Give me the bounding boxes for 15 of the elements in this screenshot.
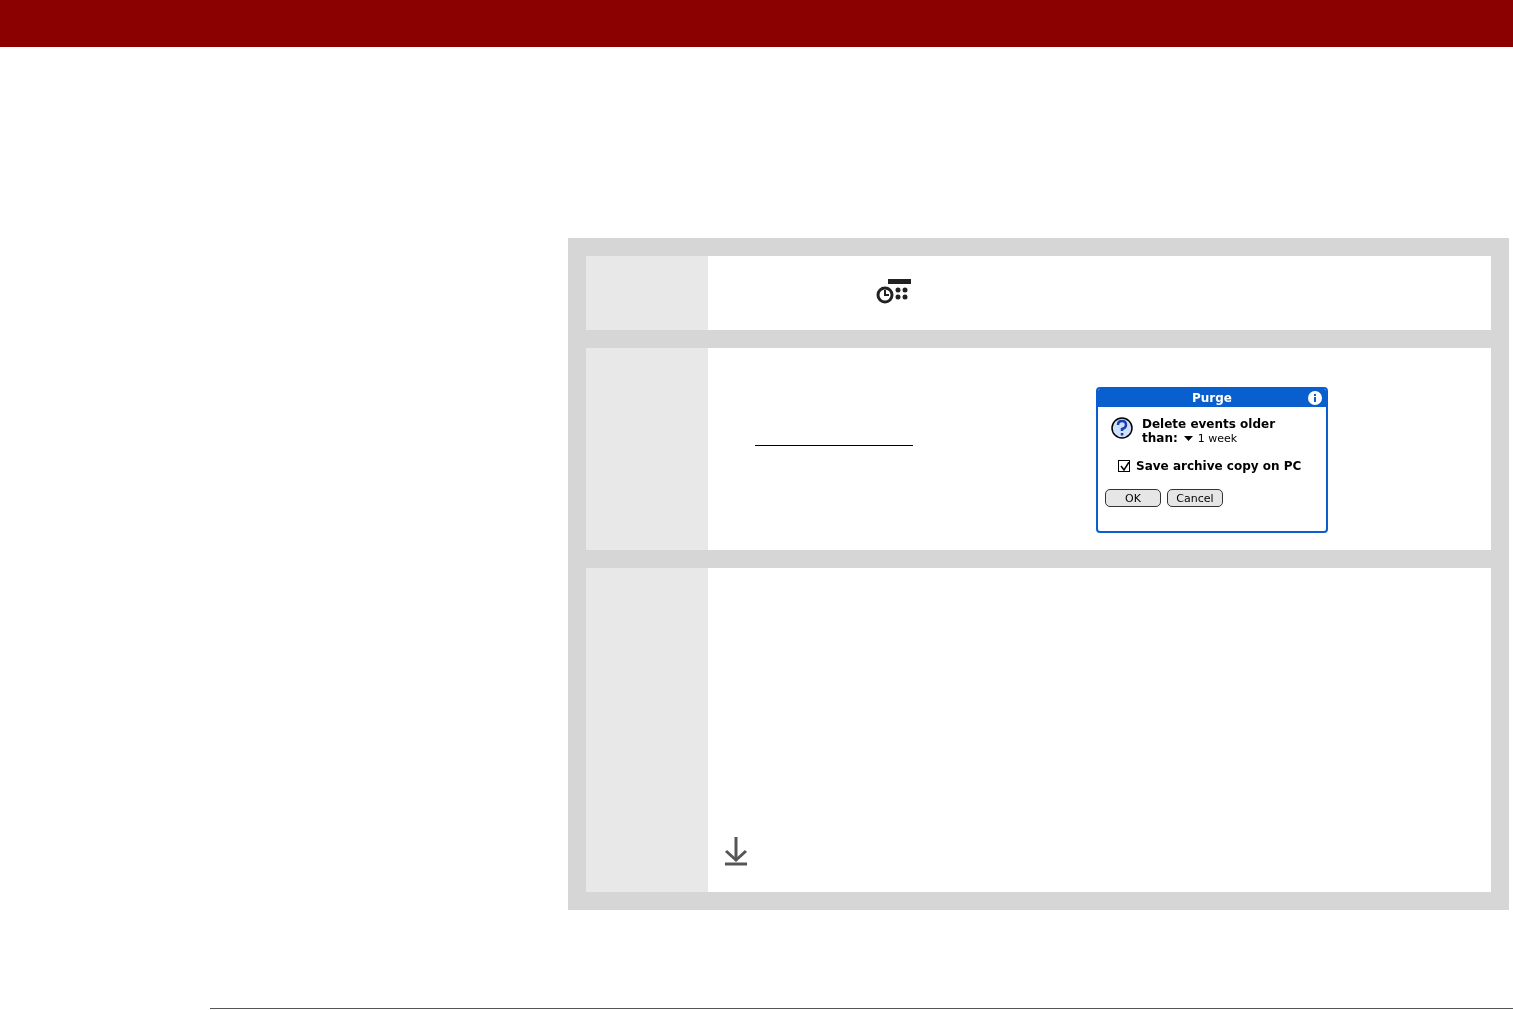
question-icon [1110, 417, 1134, 441]
download-icon [724, 836, 748, 866]
cancel-button[interactable]: Cancel [1167, 489, 1223, 507]
archive-checkbox[interactable]: Save archive copy on PC [1098, 445, 1326, 473]
checkmark-icon [1119, 461, 1129, 471]
checkbox[interactable] [1118, 460, 1130, 472]
caret-icon [1183, 435, 1193, 441]
period-label: than: [1142, 431, 1178, 445]
dialog-title: Purge [1098, 389, 1326, 407]
period-dropdown[interactable]: 1 week [1183, 431, 1238, 445]
clock-grid-icon [875, 277, 913, 305]
info-icon[interactable] [1308, 391, 1322, 405]
prompt-text: Delete events older [1142, 417, 1276, 431]
ok-button[interactable]: OK [1105, 489, 1161, 507]
checkbox-label: Save archive copy on PC [1136, 459, 1302, 473]
